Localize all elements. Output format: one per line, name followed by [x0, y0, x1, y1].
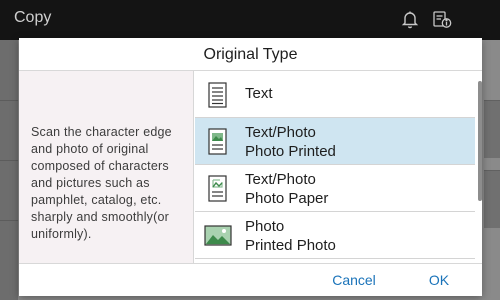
info-icon[interactable]: [430, 7, 454, 31]
description-text: Scan the character edge and photo of ori…: [31, 125, 172, 241]
list-item-photo-printed-photo[interactable]: Photo Printed Photo: [195, 212, 475, 259]
text-photo-printed-icon: [206, 128, 230, 161]
background-sidebar: [0, 40, 18, 300]
dialog-footer: Cancel OK: [19, 263, 482, 296]
description-panel: Scan the character edge and photo of ori…: [19, 71, 194, 263]
photo-icon: [204, 225, 232, 252]
bell-icon[interactable]: [398, 7, 422, 31]
list-item-label: Text/Photo Photo Paper: [245, 171, 329, 207]
list-item-label: Text: [245, 85, 273, 102]
cancel-button[interactable]: Cancel: [309, 264, 399, 297]
dialog-title: Original Type: [19, 38, 482, 71]
list-item-text[interactable]: Text: [195, 71, 475, 118]
list-item-label: Photo Printed Photo: [245, 218, 336, 254]
list-item-text-photo-printed[interactable]: Text/Photo Photo Printed: [195, 118, 475, 165]
original-type-dialog: Original Type Scan the character edge an…: [19, 38, 482, 296]
list-item-text-photo-paper[interactable]: Text/Photo Photo Paper: [195, 165, 475, 212]
background-right-button: [484, 100, 500, 158]
list-scrollbar[interactable]: [478, 81, 482, 201]
app-header: Copy: [0, 0, 500, 40]
text-photo-paper-icon: [206, 175, 230, 208]
list-item-label: Text/Photo Photo Printed: [245, 124, 336, 160]
original-type-list: Text Text/Photo Photo Printed Text/Photo…: [195, 71, 482, 263]
divider: [0, 100, 18, 101]
divider: [0, 160, 18, 161]
ok-button[interactable]: OK: [409, 264, 469, 297]
background-right-button: [484, 170, 500, 228]
divider: [0, 220, 18, 221]
app-title: Copy: [14, 9, 52, 26]
text-document-icon: [206, 82, 230, 113]
